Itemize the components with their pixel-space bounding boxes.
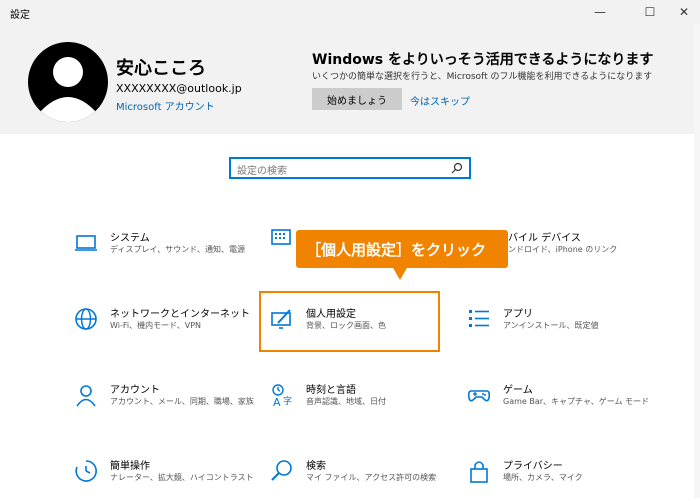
highlight-box <box>259 291 440 352</box>
user-name: 安心こころ <box>116 58 206 79</box>
lock-icon <box>470 461 488 483</box>
time-language-icon: A 字 <box>272 384 292 407</box>
search-placeholder: 設定の検索 <box>237 166 287 177</box>
tile-title: 簡単操作 <box>110 461 150 472</box>
tile-description: ナレーター、拡大鏡、ハイコントラスト <box>110 473 254 482</box>
tile-title: アカウント <box>110 385 160 396</box>
search-input[interactable]: 設定の検索 <box>229 157 471 179</box>
tile-description: Wi-Fi、機内モード、VPN <box>110 321 202 330</box>
tile-title: 検索 <box>306 461 326 472</box>
tile-system[interactable]: システム ディスプレイ、サウンド、通知、電源 <box>74 229 264 279</box>
ease-of-access-icon <box>75 460 97 482</box>
callout-tail <box>392 266 408 280</box>
tile-title: ゲーム <box>503 385 533 396</box>
start-button[interactable]: 始めましょう <box>312 88 402 110</box>
minimize-button[interactable]: — <box>580 0 620 24</box>
person-icon <box>76 385 96 407</box>
tile-title: バイル デバイス <box>508 233 581 244</box>
tile-network[interactable]: ネットワークとインターネット Wi-Fi、機内モード、VPN <box>74 305 264 355</box>
tile-title: 時刻と言語 <box>306 385 356 396</box>
tile-description: アンインストール、既定値 <box>503 321 599 330</box>
account-header: 安心こころ XXXXXXXX@outlook.jp Microsoft アカウン… <box>0 24 700 134</box>
callout-text: ［個人用設定］をクリック <box>306 241 487 259</box>
globe-icon <box>75 308 97 330</box>
tile-accounts[interactable]: アカウント アカウント、メール、同期、職場、家族 <box>74 381 264 431</box>
user-icon <box>40 57 96 122</box>
tile-title: ネットワークとインターネット <box>110 309 250 320</box>
promo-title: Windows をよりいっそう活用できるようになります <box>312 52 654 68</box>
microsoft-account-link[interactable]: Microsoft アカウント <box>116 98 215 113</box>
scrollbar[interactable] <box>694 24 700 498</box>
svg-text:A: A <box>273 396 281 407</box>
user-email: XXXXXXXX@outlook.jp <box>116 82 242 95</box>
tile-title: アプリ <box>503 309 533 320</box>
title-bar: 設定 — ☐ ✕ <box>0 0 700 24</box>
window-title: 設定 <box>10 10 30 21</box>
svg-text:字: 字 <box>283 395 292 407</box>
tile-description: 音声認識、地域、日付 <box>306 397 386 406</box>
tile-ease-of-access[interactable]: 簡単操作 ナレーター、拡大鏡、ハイコントラスト <box>74 457 264 498</box>
promo-description: いくつかの簡単な選択を行うと、Microsoft のフル機能を利用できるようにな… <box>312 72 653 82</box>
instruction-callout: ［個人用設定］をクリック <box>296 230 508 280</box>
close-button[interactable]: ✕ <box>664 0 700 24</box>
tile-search[interactable]: 検索 マイ ファイル、アクセス許可の検索 <box>270 457 460 498</box>
magnifier-icon <box>271 460 292 481</box>
tile-time-language[interactable]: A 字 時刻と言語 音声認識、地域、日付 <box>270 381 460 431</box>
skip-link[interactable]: 今はスキップ <box>410 93 470 108</box>
avatar[interactable] <box>28 42 108 122</box>
laptop-icon <box>75 235 97 251</box>
tile-privacy[interactable]: プライバシー 場所、カメラ、マイク <box>467 457 657 498</box>
tile-description: アカウント、メール、同期、職場、家族 <box>110 397 254 406</box>
tile-description: ンドロイド、iPhone のリンク <box>508 245 618 254</box>
search-icon <box>451 162 463 174</box>
tile-description: 場所、カメラ、マイク <box>503 473 583 482</box>
tile-gaming[interactable]: ゲーム Game Bar、キャプチャ、ゲーム モード <box>467 381 657 431</box>
gamepad-icon <box>467 390 491 402</box>
tile-description: Game Bar、キャプチャ、ゲーム モード <box>503 397 650 406</box>
keyboard-icon <box>271 229 291 245</box>
apps-list-icon <box>469 310 489 327</box>
tile-apps[interactable]: アプリ アンインストール、既定値 <box>467 305 657 355</box>
tile-description: マイ ファイル、アクセス許可の検索 <box>306 473 437 482</box>
tile-title: システム <box>110 233 150 244</box>
tile-title: プライバシー <box>503 461 563 472</box>
tile-description: ディスプレイ、サウンド、通知、電源 <box>110 245 245 254</box>
